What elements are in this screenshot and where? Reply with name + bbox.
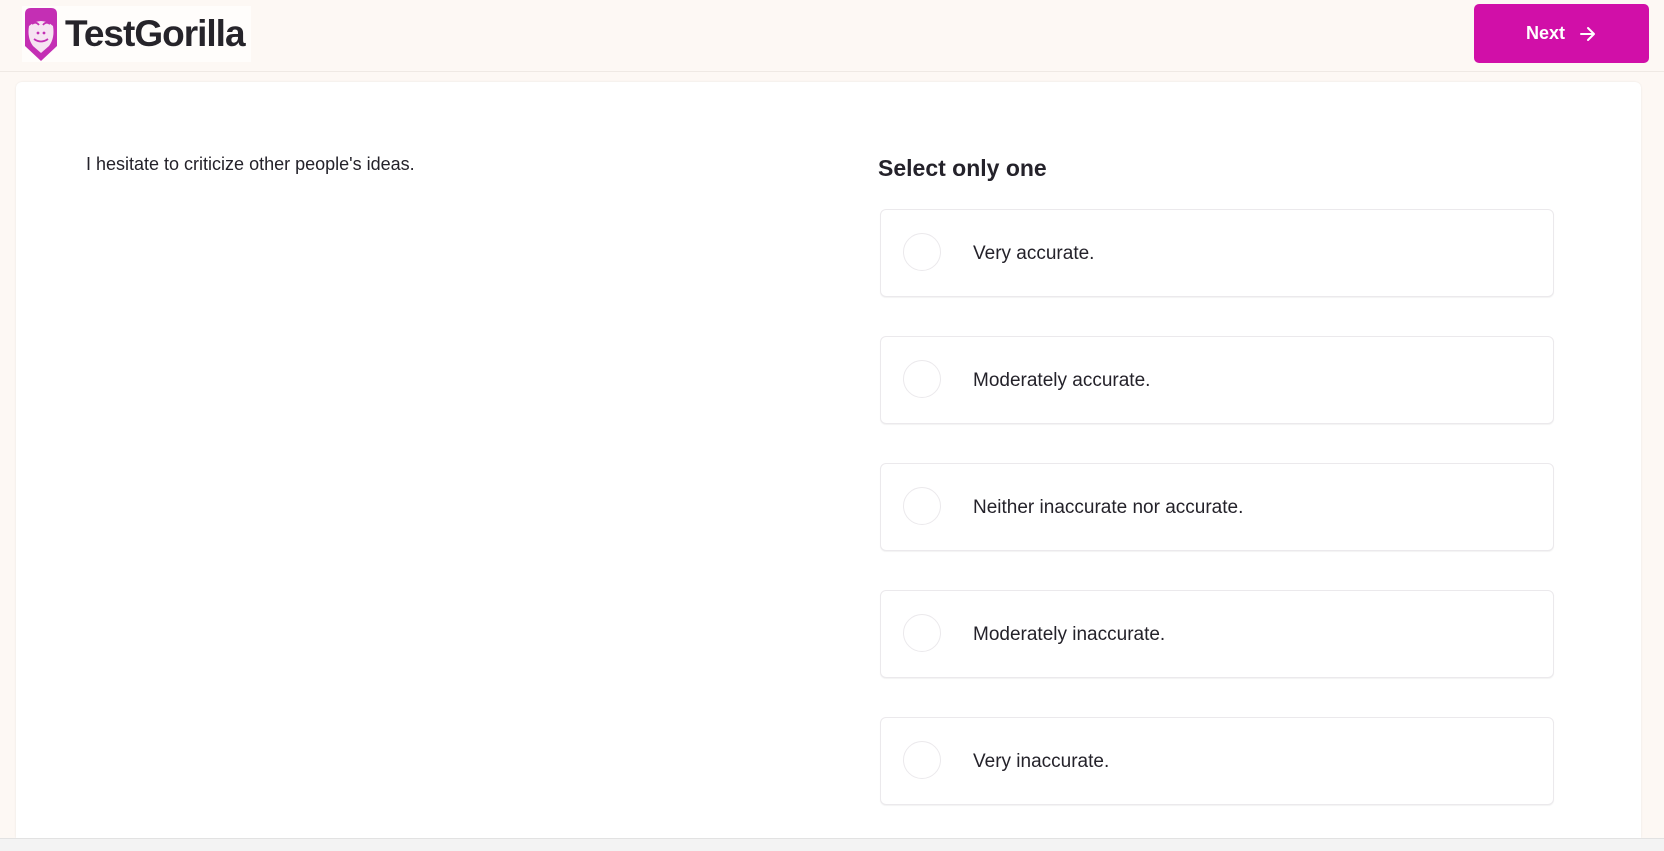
answer-option[interactable]: Very accurate.: [880, 209, 1554, 297]
answer-option-label: Very inaccurate.: [973, 751, 1110, 772]
bottom-scroll-edge: [0, 838, 1664, 851]
radio-button[interactable]: [903, 614, 941, 652]
brand-logo[interactable]: TestGorilla: [22, 6, 251, 62]
answer-option[interactable]: Neither inaccurate nor accurate.: [880, 463, 1554, 551]
radio-button[interactable]: [903, 741, 941, 779]
next-button[interactable]: Next: [1474, 4, 1649, 63]
arrow-right-icon: [1580, 26, 1595, 41]
answer-option[interactable]: Moderately accurate.: [880, 336, 1554, 424]
answer-instruction: Select only one: [878, 155, 1047, 181]
radio-button[interactable]: [903, 487, 941, 525]
next-button-label: Next: [1525, 23, 1565, 43]
answer-option-label: Neither inaccurate nor accurate.: [973, 497, 1244, 518]
radio-button[interactable]: [903, 233, 941, 271]
answer-option-label: Very accurate.: [973, 243, 1095, 264]
question-text: I hesitate to criticize other people's i…: [86, 154, 415, 174]
answer-option[interactable]: Very inaccurate.: [880, 717, 1554, 805]
gorilla-logo-icon: [25, 8, 57, 61]
answer-option-label: Moderately inaccurate.: [973, 624, 1166, 645]
answer-option-label: Moderately accurate.: [973, 370, 1151, 391]
brand-name: TestGorilla: [65, 13, 246, 54]
answer-option[interactable]: Moderately inaccurate.: [880, 590, 1554, 678]
top-header: TestGorilla Next: [0, 0, 1664, 72]
radio-button[interactable]: [903, 360, 941, 398]
